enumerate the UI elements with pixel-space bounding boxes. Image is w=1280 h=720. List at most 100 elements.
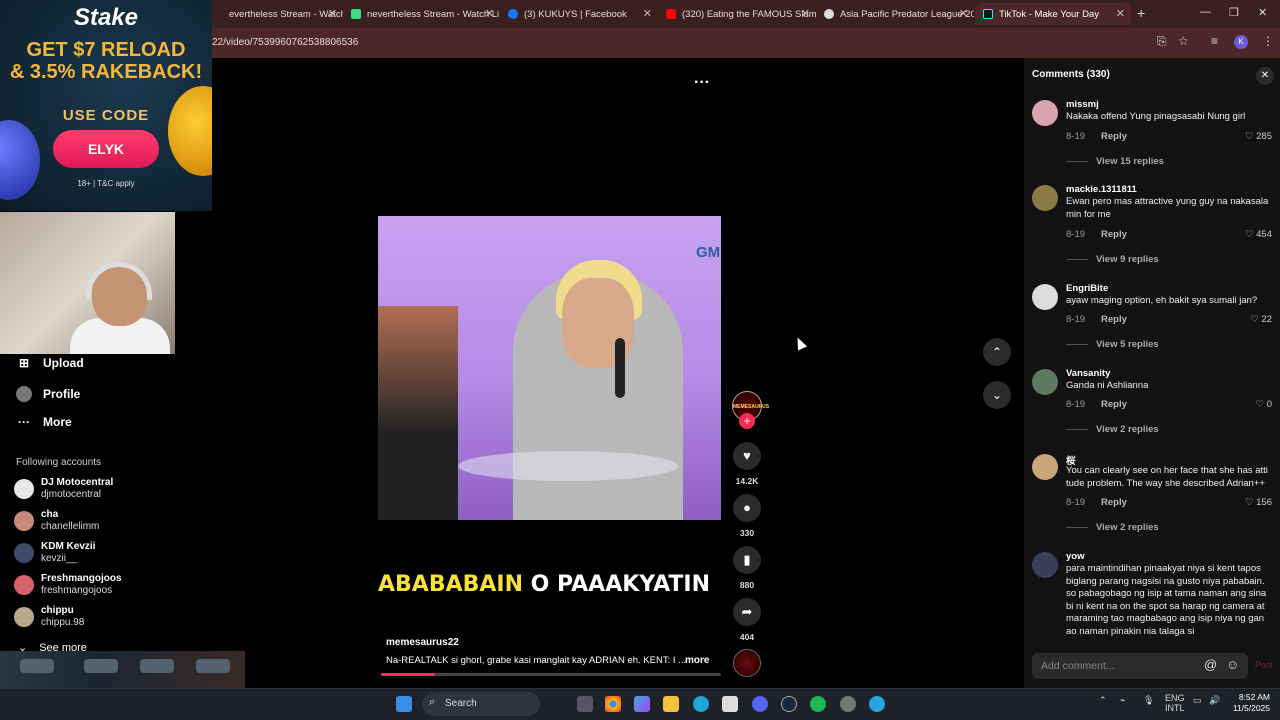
video-player[interactable]: GM — [378, 216, 721, 520]
tab-4[interactable]: (320) Eating the FAMOUS Slum ✕ — [658, 3, 816, 25]
nav-upload[interactable]: ⊞ Upload — [16, 356, 84, 370]
comment-user[interactable]: yow — [1066, 551, 1084, 562]
tab-3[interactable]: (3) KUKUYS | Facebook ✕ — [500, 3, 658, 25]
taskview-icon[interactable] — [577, 696, 593, 712]
account-name: Freshmangojoos — [41, 573, 122, 584]
install-app-icon[interactable]: ⎘ — [1157, 34, 1167, 49]
copilot-icon[interactable] — [634, 696, 650, 712]
reply-button[interactable]: Reply — [1101, 131, 1127, 142]
chevron-down-icon[interactable]: ⌄ — [983, 381, 1011, 409]
post-button[interactable]: Post — [1255, 660, 1273, 670]
avatar[interactable] — [1032, 284, 1058, 310]
emoji-icon[interactable]: ☺ — [1226, 657, 1239, 672]
chevron-up-icon[interactable]: ⌃ — [983, 338, 1011, 366]
windows-start-icon[interactable] — [396, 696, 412, 712]
avatar[interactable] — [1032, 552, 1058, 578]
nav-label: Profile — [43, 387, 81, 401]
restore-icon[interactable]: ❐ — [1229, 6, 1239, 19]
mic-icon[interactable]: 🎙 — [1143, 695, 1154, 706]
stake-ad[interactable]: Stake GET $7 RELOAD & 3.5% RAKEBACK! USE… — [0, 0, 212, 211]
comment-user[interactable]: EngriBite — [1066, 283, 1108, 294]
discord-icon[interactable] — [752, 696, 768, 712]
tab-1[interactable]: evertheless Stream - Watch Li✕ — [205, 3, 343, 25]
avatar[interactable] — [1032, 454, 1058, 480]
tab-close-icon[interactable]: ✕ — [328, 7, 337, 20]
tab-close-icon[interactable]: ✕ — [485, 7, 494, 20]
display-icon[interactable]: ▭ — [1193, 695, 1202, 706]
speaker-icon[interactable]: 🔊 — [1209, 695, 1220, 706]
chrome-icon[interactable] — [605, 696, 621, 712]
account-handle: djmotocentral — [41, 489, 102, 500]
comment-user[interactable]: missmj — [1066, 99, 1099, 110]
reply-button[interactable]: Reply — [1101, 314, 1127, 325]
store-icon[interactable] — [722, 696, 738, 712]
tab-close-icon[interactable]: ✕ — [1116, 7, 1125, 20]
following-account[interactable]: KDM Kevzii kevzii__ — [14, 541, 95, 565]
mention-icon[interactable]: @ — [1204, 657, 1217, 672]
url-text[interactable]: 22/video/7539960762538806536 — [212, 37, 358, 48]
ad-code-button[interactable]: ELYK — [53, 130, 159, 168]
bookmark-icon[interactable]: ▮ — [733, 546, 761, 574]
edge-icon[interactable] — [693, 696, 709, 712]
close-icon[interactable]: ✕ — [1256, 67, 1274, 85]
comment-like-button[interactable]: ♡ 0 — [1256, 399, 1272, 410]
new-tab-icon[interactable]: + — [1137, 5, 1145, 21]
language-indicator[interactable]: ENG INTL — [1165, 693, 1185, 713]
tab-tiktok-active[interactable]: TikTok - Make Your Day ✕ — [975, 3, 1131, 25]
media-control-icon[interactable]: ≡ — [1211, 34, 1218, 48]
reply-button[interactable]: Reply — [1101, 229, 1127, 240]
heart-outline-icon: ♡ — [1244, 229, 1254, 240]
comment-user[interactable]: Vansanity — [1066, 368, 1110, 379]
more-options-icon[interactable]: ··· — [694, 74, 710, 92]
comment-like-button[interactable]: ♡ 454 — [1245, 229, 1272, 240]
following-account[interactable]: cha chanellelimm — [14, 509, 99, 533]
app-icon[interactable] — [840, 696, 856, 712]
following-account[interactable]: chippu chippu.98 — [14, 605, 84, 629]
avatar[interactable] — [1032, 185, 1058, 211]
view-replies-button[interactable]: View 2 replies — [1066, 522, 1159, 533]
taskbar-clock[interactable]: 8:52 AM 11/5/2025 — [1226, 692, 1270, 714]
comment-like-button[interactable]: ♡ 156 — [1245, 497, 1272, 508]
view-replies-button[interactable]: View 9 replies — [1066, 254, 1159, 265]
view-replies-button[interactable]: View 5 replies — [1066, 339, 1159, 350]
bookmark-star-icon[interactable]: ☆ — [1178, 34, 1189, 48]
tray-chevron-icon[interactable]: ⌃ — [1099, 695, 1107, 706]
file-explorer-icon[interactable] — [663, 696, 679, 712]
tab-5[interactable]: Asia Pacific Predator League 20 ✕ — [816, 3, 974, 25]
comment-text: Nakaka offend Yung pinagsasabi Nung girl — [1066, 111, 1246, 122]
tab-close-icon[interactable]: ✕ — [801, 7, 810, 20]
network-icon[interactable]: ⌁ — [1120, 695, 1125, 706]
taskbar-search[interactable]: ⌕ Search — [422, 692, 540, 716]
like-heart-icon[interactable]: ♥ — [733, 442, 761, 470]
avatar[interactable] — [1032, 100, 1058, 126]
profile-avatar-icon[interactable]: K — [1234, 35, 1248, 49]
following-account[interactable]: DJ Motocentral djmotocentral — [14, 477, 113, 501]
view-replies-button[interactable]: View 2 replies — [1066, 424, 1159, 435]
comment-icon[interactable]: ● — [733, 494, 761, 522]
nav-profile[interactable]: Profile — [16, 386, 80, 402]
comment-like-button[interactable]: ♡ 285 — [1245, 131, 1272, 142]
share-arrow-icon[interactable]: ➦ — [733, 598, 761, 626]
tab-close-icon[interactable]: ✕ — [959, 7, 968, 20]
comment-like-button[interactable]: ♡ 22 — [1250, 314, 1272, 325]
following-account[interactable]: Freshmangojoos freshmangojoos — [14, 573, 122, 597]
video-progress-bar[interactable] — [381, 673, 721, 676]
window-close-icon[interactable]: ✕ — [1258, 6, 1267, 19]
reply-button[interactable]: Reply — [1101, 399, 1127, 410]
spotify-icon[interactable] — [810, 696, 826, 712]
reply-button[interactable]: Reply — [1101, 497, 1127, 508]
telegram-icon[interactable] — [869, 696, 885, 712]
avatar[interactable] — [1032, 369, 1058, 395]
video-author[interactable]: memesaurus22 — [386, 637, 459, 648]
comment-user[interactable]: mackie.1311811 — [1066, 184, 1137, 195]
follow-plus-icon[interactable]: + — [739, 413, 755, 429]
description-more-link[interactable]: more — [685, 655, 709, 666]
minimize-icon[interactable]: — — [1200, 6, 1211, 18]
music-disc-icon[interactable] — [733, 649, 761, 677]
tab-2[interactable]: nevertheless Stream - Watch Li ✕ — [343, 3, 500, 25]
browser-menu-icon[interactable]: ⋮ — [1262, 34, 1274, 48]
tab-close-icon[interactable]: ✕ — [643, 7, 652, 20]
steam-icon[interactable] — [781, 696, 797, 712]
view-replies-button[interactable]: View 15 replies — [1066, 156, 1164, 167]
nav-more[interactable]: ··· More — [16, 415, 72, 429]
